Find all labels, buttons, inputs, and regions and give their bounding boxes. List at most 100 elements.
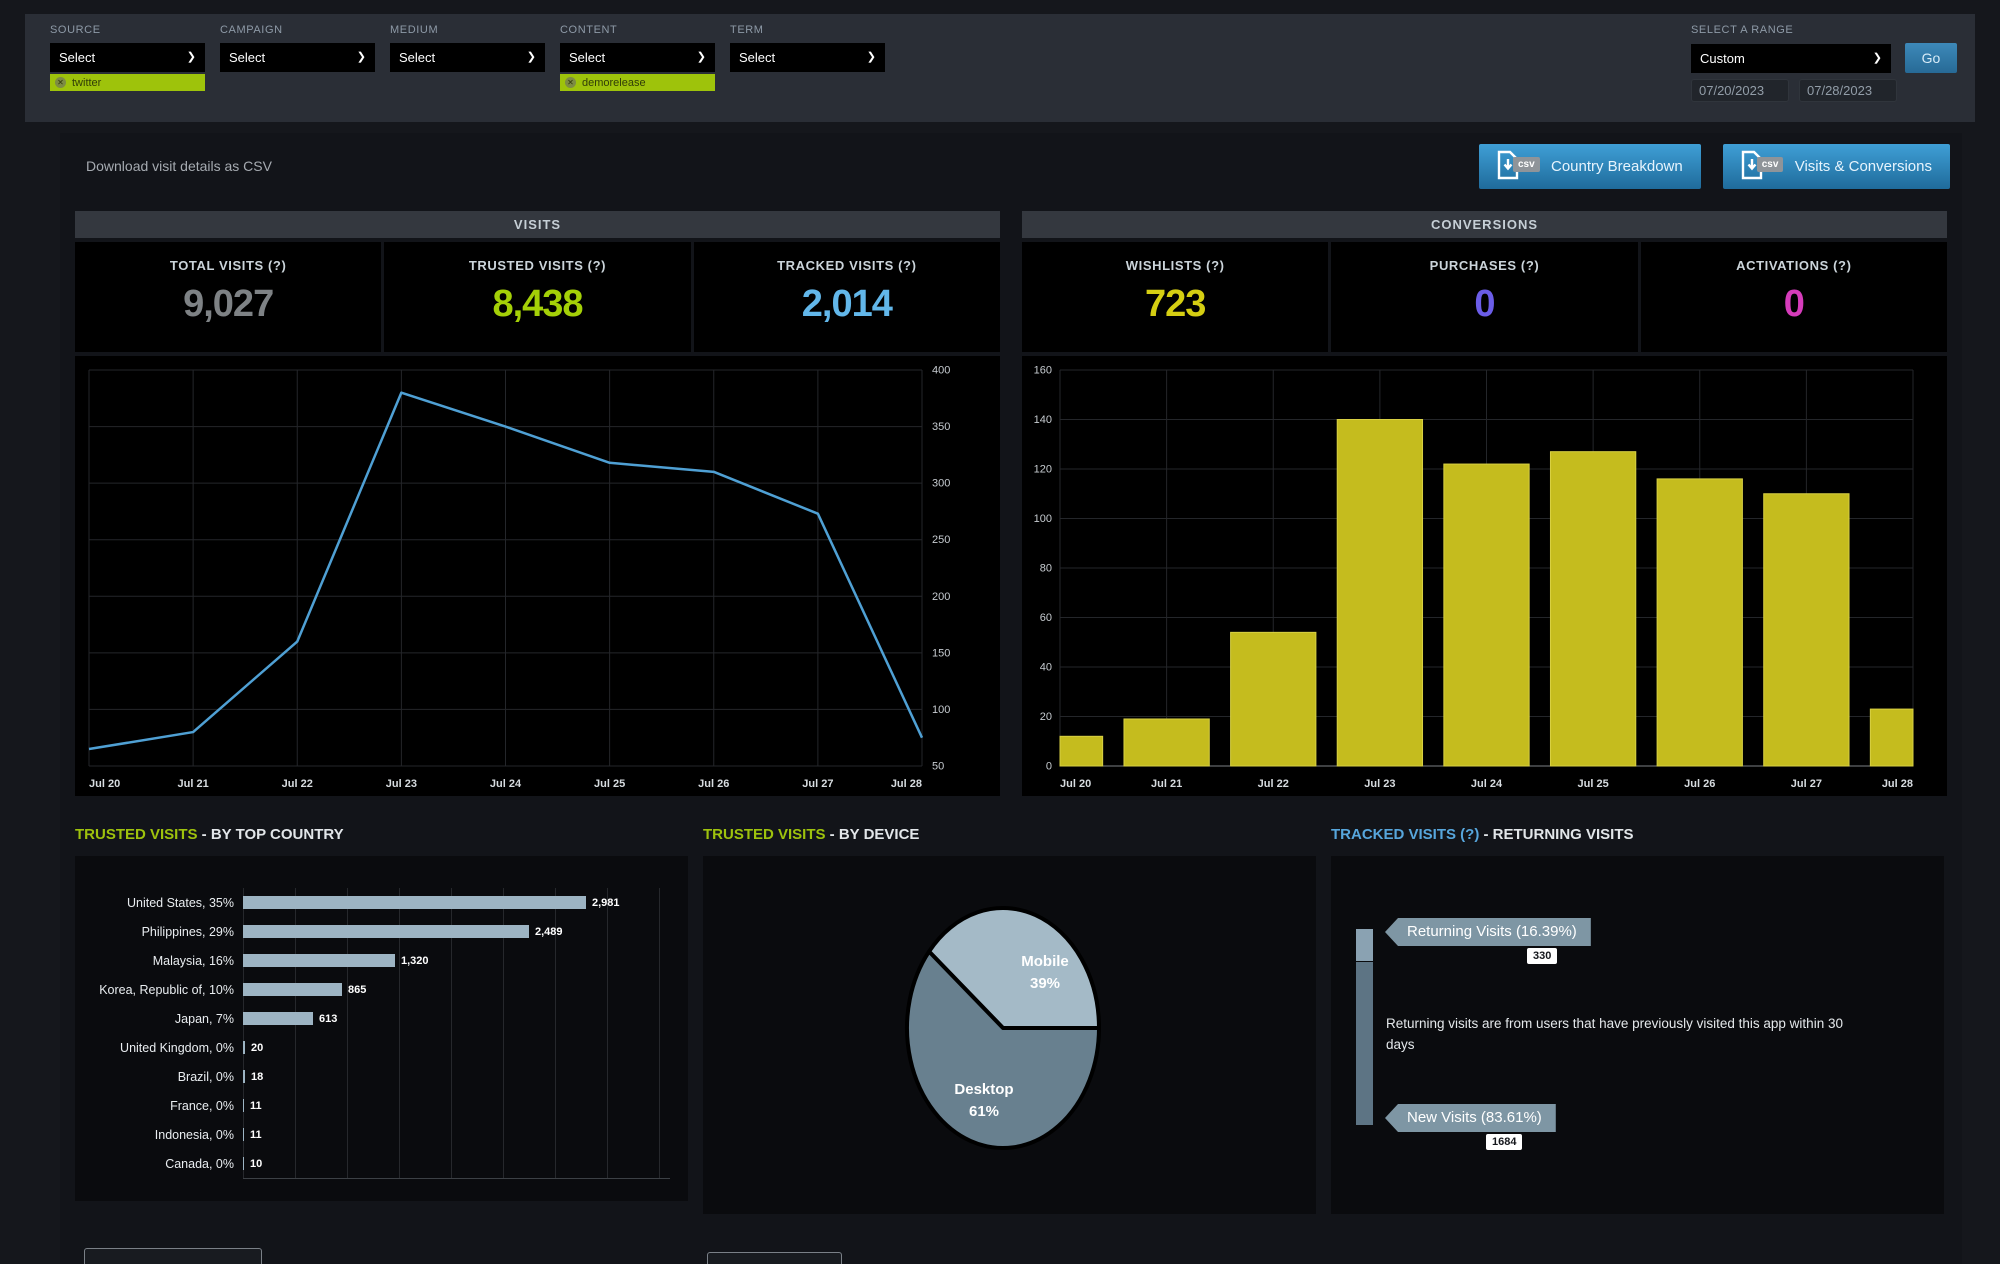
country-value: 2,981: [592, 897, 620, 909]
device-chart-option-select[interactable]: [707, 1252, 842, 1264]
svg-text:Jul 23: Jul 23: [1364, 778, 1395, 790]
filter-group-campaign: CAMPAIGN Select ❯︎: [220, 24, 375, 122]
country-label: Japan, 7%: [75, 1012, 243, 1026]
go-button[interactable]: Go: [1905, 43, 1957, 73]
returning-visits-stacked-bar: [1356, 929, 1373, 1125]
svg-text:100: 100: [932, 704, 950, 716]
content-select[interactable]: Select ❯︎: [560, 43, 715, 72]
svg-text:Jul 21: Jul 21: [1151, 778, 1182, 790]
country-row: France, 0%11: [75, 1091, 688, 1120]
activations-stat: ACTIVATIONS (?) 0: [1641, 242, 1947, 352]
svg-text:Jul 26: Jul 26: [1684, 778, 1715, 790]
remove-tag-icon[interactable]: ✕: [55, 77, 66, 88]
country-label: Indonesia, 0%: [75, 1128, 243, 1142]
country-breakdown-csv-button[interactable]: csv Country Breakdown: [1479, 144, 1701, 189]
returning-visits-box: Returning Visits (16.39%) 330 Returning …: [1331, 856, 1944, 1214]
country-value: 2,489: [535, 926, 563, 938]
svg-text:Jul 27: Jul 27: [1791, 778, 1822, 790]
svg-text:Jul 28: Jul 28: [1882, 778, 1913, 790]
chevron-down-icon: ❯︎: [527, 52, 536, 63]
country-label: United States, 35%: [75, 896, 243, 910]
svg-text:20: 20: [1040, 711, 1052, 723]
device-breakdown-section: TRUSTED VISITS - BY DEVICE Mobile39%Desk…: [703, 826, 1316, 1214]
country-row: Philippines, 29% 2,489: [75, 917, 688, 946]
source-select[interactable]: Select ❯︎: [50, 43, 205, 72]
visits-line-chart: 50100150200250300350400Jul 20Jul 21Jul 2…: [75, 356, 1000, 796]
country-bar: [243, 1012, 313, 1025]
country-chart-option-select[interactable]: [84, 1248, 262, 1264]
conversions-panel-title: CONVERSIONS: [1022, 211, 1947, 238]
svg-text:40: 40: [1040, 662, 1052, 674]
svg-text:Jul 22: Jul 22: [282, 778, 313, 790]
svg-text:Jul 27: Jul 27: [802, 778, 833, 790]
svg-text:Jul 20: Jul 20: [89, 778, 120, 790]
chevron-down-icon: ❯︎: [697, 52, 706, 63]
date-from-input[interactable]: [1691, 79, 1789, 102]
visits-conversions-csv-button[interactable]: csv Visits & Conversions: [1723, 144, 1950, 189]
returning-segment: [1356, 929, 1373, 961]
new-visits-flag: New Visits (83.61%): [1385, 1104, 1556, 1132]
svg-text:Desktop: Desktop: [954, 1081, 1013, 1098]
device-section-title: TRUSTED VISITS - BY DEVICE: [703, 826, 1316, 851]
medium-label: MEDIUM: [390, 24, 545, 36]
campaign-select[interactable]: Select ❯︎: [220, 43, 375, 72]
device-pie-chart: Mobile39%Desktop61%: [703, 856, 1316, 1214]
filter-panel: SOURCE Select ❯︎ ✕ twitter CAMPAIGN Sele…: [25, 14, 1975, 122]
range-select[interactable]: Custom ❯︎: [1691, 44, 1891, 73]
remove-tag-icon[interactable]: ✕: [565, 77, 576, 88]
date-to-input[interactable]: [1799, 79, 1897, 102]
source-label: SOURCE: [50, 24, 205, 36]
term-select[interactable]: Select ❯︎: [730, 43, 885, 72]
svg-text:160: 160: [1034, 365, 1052, 377]
content-label: CONTENT: [560, 24, 715, 36]
country-label: Korea, Republic of, 10%: [75, 983, 243, 997]
svg-text:61%: 61%: [969, 1103, 999, 1120]
country-chart-box: United States, 35% 2,981 Philippines, 29% 2…: [75, 856, 688, 1201]
country-value: 1,320: [401, 955, 429, 967]
returning-section-title: TRACKED VISITS (?) - RETURNING VISITS: [1331, 826, 1944, 851]
visits-panel: VISITS TOTAL VISITS (?) 9,027 TRUSTED VI…: [75, 211, 1000, 796]
country-label: Philippines, 29%: [75, 925, 243, 939]
svg-text:120: 120: [1034, 464, 1052, 476]
svg-text:Jul 22: Jul 22: [1258, 778, 1289, 790]
chevron-down-icon: ❯︎: [1873, 53, 1882, 64]
chevron-down-icon: ❯︎: [867, 52, 876, 63]
country-bar: [243, 1157, 244, 1170]
svg-text:200: 200: [932, 591, 950, 603]
tracked-visits-stat: TRACKED VISITS (?) 2,014: [694, 242, 1000, 352]
medium-select[interactable]: Select ❯︎: [390, 43, 545, 72]
conversions-panel: CONVERSIONS WISHLISTS (?) 723 PURCHASES …: [1022, 211, 1947, 796]
country-value: 20: [251, 1042, 263, 1054]
svg-text:Mobile: Mobile: [1021, 953, 1069, 970]
country-value: 10: [250, 1158, 262, 1170]
svg-text:300: 300: [932, 478, 950, 490]
country-value: 865: [348, 984, 366, 996]
source-tag-twitter[interactable]: ✕ twitter: [50, 74, 205, 91]
svg-text:0: 0: [1046, 761, 1052, 773]
total-visits-stat: TOTAL VISITS (?) 9,027: [75, 242, 381, 352]
country-value: 18: [251, 1071, 263, 1083]
svg-text:350: 350: [932, 421, 950, 433]
country-row: United Kingdom, 0%20: [75, 1033, 688, 1062]
filter-group-content: CONTENT Select ❯︎ ✕ demorelease: [560, 24, 715, 122]
country-row: Malaysia, 16%1,320: [75, 946, 688, 975]
country-value: 11: [250, 1100, 262, 1112]
svg-text:100: 100: [1034, 513, 1052, 525]
country-value: 613: [319, 1013, 337, 1025]
chevron-down-icon: ❯︎: [357, 52, 366, 63]
svg-text:Jul 28: Jul 28: [891, 778, 922, 790]
country-row: Japan, 7% 613: [75, 1004, 688, 1033]
wishlists-stat: WISHLISTS (?) 723: [1022, 242, 1328, 352]
country-bar: [243, 925, 529, 938]
csv-toolbar: Download visit details as CSV csv Countr…: [60, 133, 1962, 191]
utm-analytics-dashboard: SOURCE Select ❯︎ ✕ twitter CAMPAIGN Sele…: [0, 0, 2000, 1264]
country-value: 11: [250, 1129, 262, 1141]
content-tag-demorelease[interactable]: ✕ demorelease: [560, 74, 715, 91]
svg-text:60: 60: [1040, 612, 1052, 624]
country-row: Indonesia, 0% 11: [75, 1120, 688, 1149]
csv-download-icon: csv: [1497, 150, 1541, 182]
visits-panel-title: VISITS: [75, 211, 1000, 238]
svg-text:Jul 23: Jul 23: [386, 778, 417, 790]
country-bar: [243, 983, 342, 996]
svg-text:140: 140: [1034, 414, 1052, 426]
